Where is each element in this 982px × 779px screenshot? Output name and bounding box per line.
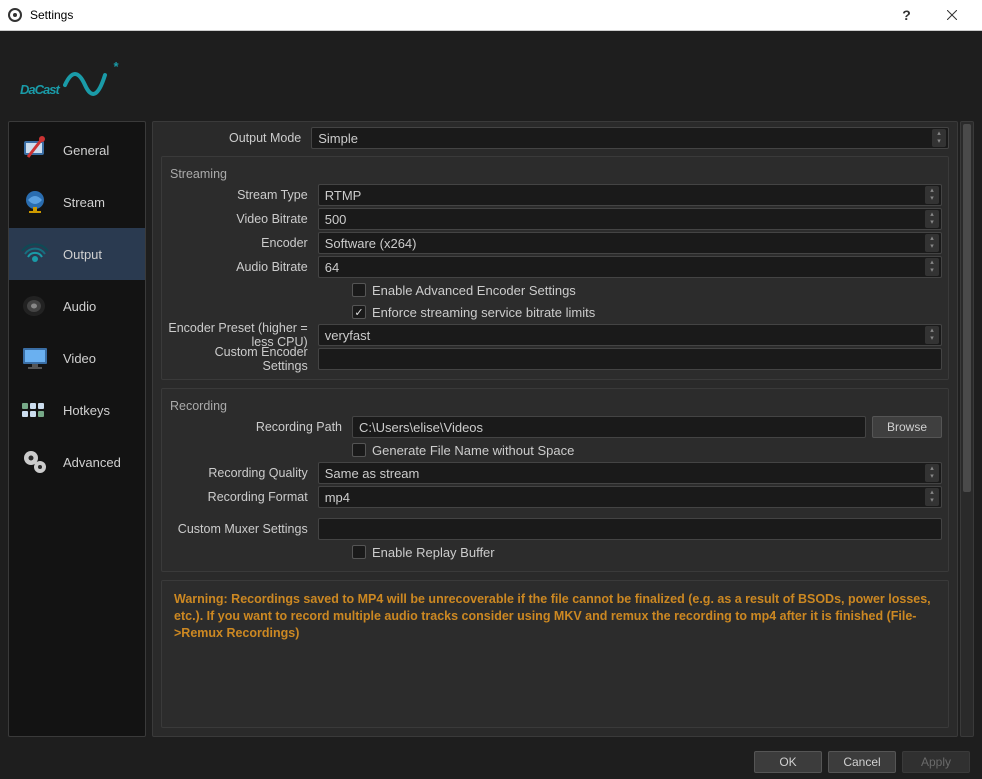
recording-format-select[interactable]: mp4▴▾ — [318, 486, 942, 508]
general-icon — [19, 134, 51, 166]
enforce-limits-label: Enforce streaming service bitrate limits — [372, 305, 595, 320]
advanced-encoder-checkbox[interactable] — [352, 283, 366, 297]
streaming-heading: Streaming — [168, 163, 942, 183]
encoder-select[interactable]: Software (x264)▴▾ — [318, 232, 942, 254]
close-button[interactable] — [929, 0, 974, 30]
sidebar: General Stream Output Audio — [8, 121, 146, 737]
video-bitrate-label: Video Bitrate — [168, 212, 310, 226]
window-title: Settings — [30, 8, 73, 22]
encoder-preset-select[interactable]: veryfast▴▾ — [318, 324, 942, 346]
streaming-group: Streaming Stream Type RTMP▴▾ Video Bitra… — [161, 156, 949, 380]
sidebar-item-label: Audio — [63, 299, 96, 314]
sidebar-item-label: Video — [63, 351, 96, 366]
filename-nospace-label: Generate File Name without Space — [372, 443, 574, 458]
advanced-encoder-label: Enable Advanced Encoder Settings — [372, 283, 576, 298]
audio-bitrate-select[interactable]: 64▴▾ — [318, 256, 942, 278]
sidebar-item-audio[interactable]: Audio — [9, 280, 145, 332]
output-mode-select[interactable]: Simple▴▾ — [311, 127, 949, 149]
dacast-logo: DaCast * — [20, 55, 133, 97]
browse-button[interactable]: Browse — [872, 416, 942, 438]
panel-scrollbar[interactable] — [960, 121, 974, 737]
footer: OK Cancel Apply — [0, 745, 982, 779]
warning-box: Warning: Recordings saved to MP4 will be… — [161, 580, 949, 728]
sidebar-item-stream[interactable]: Stream — [9, 176, 145, 228]
audio-icon — [19, 290, 51, 322]
sidebar-item-advanced[interactable]: Advanced — [9, 436, 145, 488]
sidebar-item-label: Stream — [63, 195, 105, 210]
recording-path-label: Recording Path — [168, 420, 344, 434]
encoder-label: Encoder — [168, 236, 310, 250]
custom-muxer-label: Custom Muxer Settings — [168, 522, 310, 536]
apply-button[interactable]: Apply — [902, 751, 970, 773]
stream-type-select[interactable]: RTMP▴▾ — [318, 184, 942, 206]
custom-encoder-input[interactable] — [318, 348, 942, 370]
settings-panel: Output Mode Simple▴▾ Streaming Stream Ty… — [152, 121, 958, 737]
replay-buffer-checkbox[interactable] — [352, 545, 366, 559]
obs-icon — [8, 8, 22, 22]
sidebar-item-hotkeys[interactable]: Hotkeys — [9, 384, 145, 436]
sidebar-item-label: Output — [63, 247, 102, 262]
output-icon — [19, 238, 51, 270]
custom-muxer-input[interactable] — [318, 518, 942, 540]
sidebar-item-video[interactable]: Video — [9, 332, 145, 384]
sidebar-item-output[interactable]: Output — [9, 228, 145, 280]
warning-text: Warning: Recordings saved to MP4 will be… — [174, 591, 936, 642]
brand-bar: DaCast * — [0, 31, 982, 121]
recording-group: Recording Recording Path C:\Users\elise\… — [161, 388, 949, 572]
recording-quality-label: Recording Quality — [168, 466, 310, 480]
svg-text:*: * — [113, 59, 119, 74]
output-mode-label: Output Mode — [161, 131, 303, 145]
sidebar-item-label: Hotkeys — [63, 403, 110, 418]
hotkeys-icon — [19, 394, 51, 426]
advanced-icon — [19, 446, 51, 478]
replay-buffer-label: Enable Replay Buffer — [372, 545, 495, 560]
audio-bitrate-label: Audio Bitrate — [168, 260, 310, 274]
video-bitrate-input[interactable]: 500▴▾ — [318, 208, 942, 230]
enforce-limits-checkbox[interactable] — [352, 305, 366, 319]
video-icon — [19, 342, 51, 374]
custom-encoder-label: Custom Encoder Settings — [168, 345, 310, 373]
stream-type-label: Stream Type — [168, 188, 310, 202]
recording-heading: Recording — [168, 395, 942, 415]
recording-path-input[interactable]: C:\Users\elise\Videos — [352, 416, 866, 438]
titlebar: Settings ? — [0, 0, 982, 30]
recording-format-label: Recording Format — [168, 490, 310, 504]
help-button[interactable]: ? — [884, 0, 929, 30]
sidebar-item-label: General — [63, 143, 109, 158]
cancel-button[interactable]: Cancel — [828, 751, 896, 773]
sidebar-item-general[interactable]: General — [9, 124, 145, 176]
recording-quality-select[interactable]: Same as stream▴▾ — [318, 462, 942, 484]
sidebar-item-label: Advanced — [63, 455, 121, 470]
stream-icon — [19, 186, 51, 218]
filename-nospace-checkbox[interactable] — [352, 443, 366, 457]
ok-button[interactable]: OK — [754, 751, 822, 773]
